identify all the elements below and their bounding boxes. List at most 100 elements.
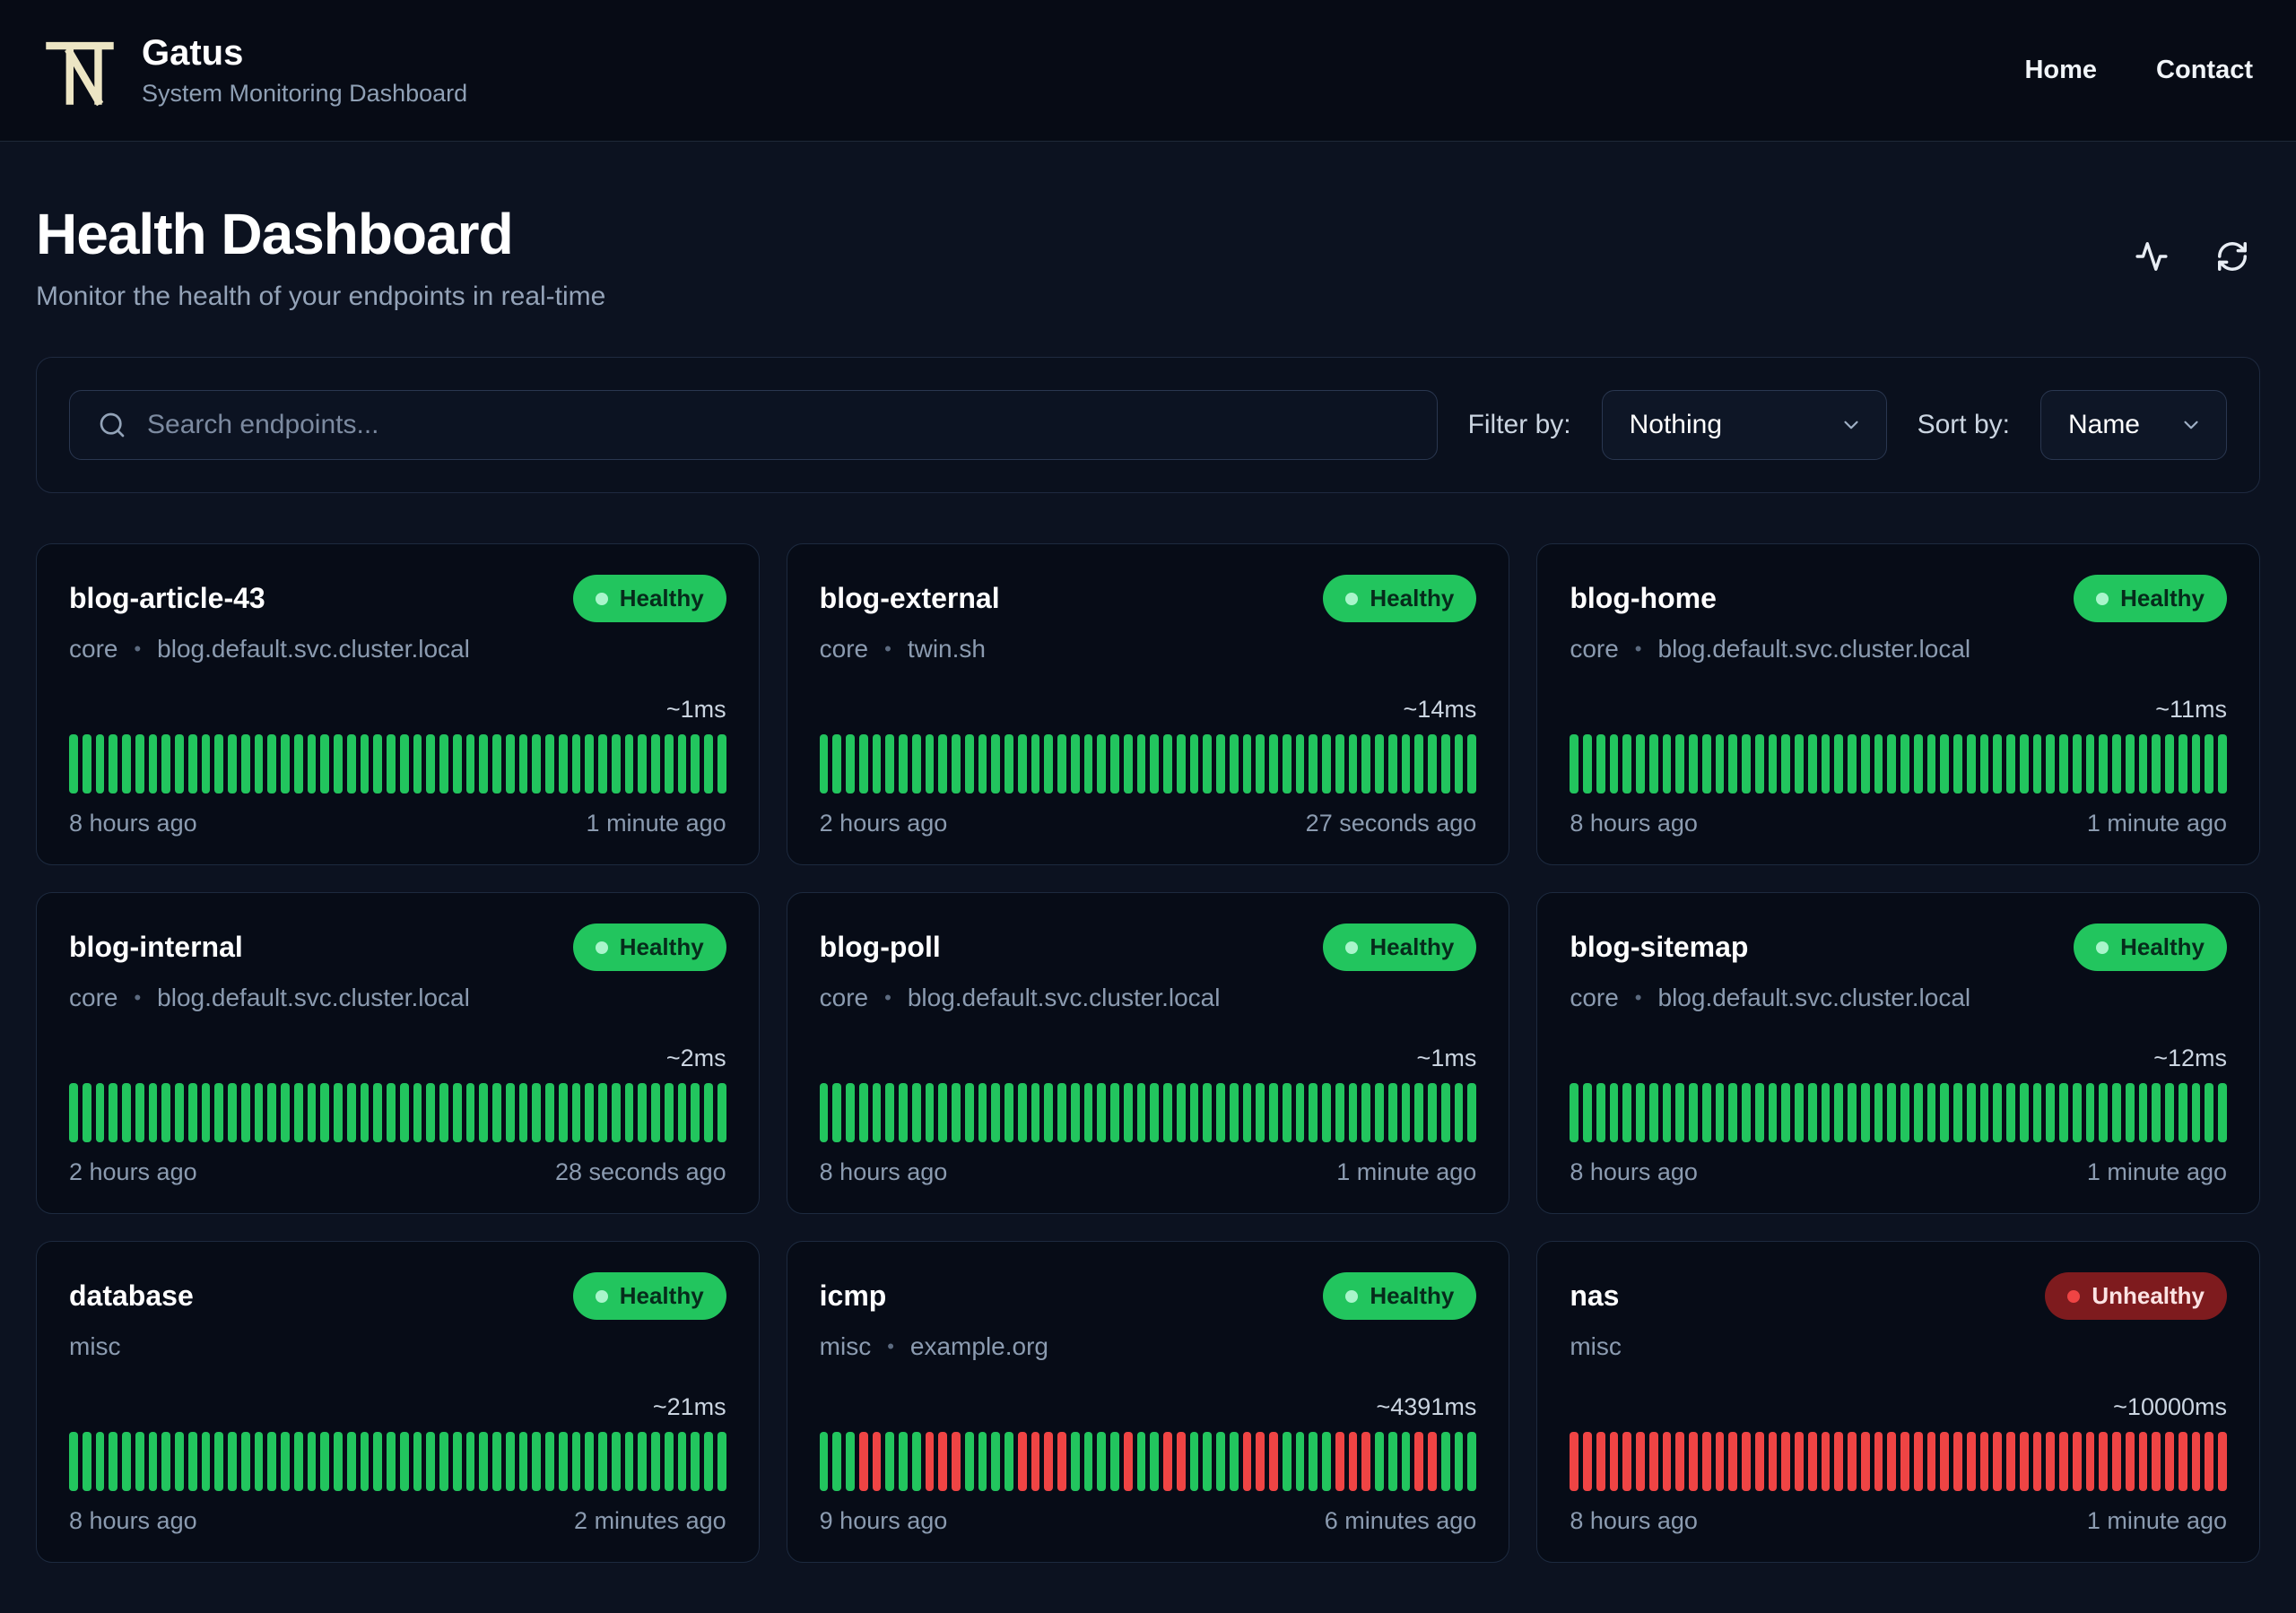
status-bar [1636, 1432, 1645, 1491]
card-head: database Healthy [69, 1272, 726, 1320]
status-bar [1309, 1432, 1318, 1491]
status-bar [1887, 1432, 1897, 1491]
status-bar [201, 734, 211, 793]
status-bar [2138, 1083, 2148, 1142]
status-bar [1781, 1432, 1791, 1491]
status-bar [346, 1432, 356, 1491]
status-bar [135, 1083, 144, 1142]
status-label: Healthy [1370, 585, 1455, 611]
status-bar [938, 1432, 948, 1491]
endpoint-host: blog.default.svc.cluster.local [157, 984, 470, 1011]
status-bar [885, 1083, 895, 1142]
status-bar [1189, 1083, 1199, 1142]
toolbar: Filter by: Nothing Sort by: Name [36, 357, 2260, 493]
status-bar [1044, 734, 1054, 793]
nav-link-home[interactable]: Home [2024, 56, 2097, 85]
status-bar [558, 734, 568, 793]
endpoint-group: core [1570, 635, 1619, 663]
status-bar [691, 1083, 700, 1142]
status-bar [399, 734, 409, 793]
status-bar [585, 734, 594, 793]
status-bar [452, 734, 462, 793]
status-badge: Healthy [572, 924, 726, 971]
status-bar [691, 1432, 700, 1491]
status-bar [1428, 1432, 1437, 1491]
sort-select[interactable]: Name [2039, 390, 2227, 460]
meta-separator: • [134, 637, 142, 660]
status-bar [1387, 1083, 1397, 1142]
refresh-icon[interactable] [2215, 239, 2249, 273]
endpoint-card[interactable]: blog-external Healthy core • twin.sh ~14… [786, 543, 1510, 865]
status-dot-icon [595, 1289, 608, 1303]
status-bar [1900, 734, 1909, 793]
latency-label: ~4391ms [1376, 1393, 1477, 1420]
status-bar [2046, 734, 2056, 793]
status-bar [1454, 1083, 1464, 1142]
status-bar [2152, 1083, 2161, 1142]
status-bar [1728, 1083, 1738, 1142]
endpoint-card[interactable]: database Healthy misc ~21ms 8 hours ago … [36, 1241, 760, 1563]
latency-label: ~14ms [1403, 696, 1477, 723]
status-bar [899, 734, 908, 793]
status-bar [899, 1432, 908, 1491]
status-bar [1675, 1083, 1685, 1142]
endpoint-meta: core • blog.default.svc.cluster.local [1570, 984, 2227, 1012]
status-bar [2006, 1432, 2015, 1491]
endpoint-meta: misc • example.org [820, 1332, 1477, 1361]
endpoint-host: blog.default.svc.cluster.local [1657, 635, 1971, 663]
activity-icon[interactable] [2135, 239, 2169, 273]
status-bar [82, 734, 91, 793]
status-bar [1083, 1083, 1093, 1142]
status-bar [571, 1432, 581, 1491]
status-bar [1662, 734, 1672, 793]
status-bar [832, 1432, 842, 1491]
endpoint-grid: blog-article-43 Healthy core • blog.defa… [36, 543, 2260, 1563]
status-bar [1361, 1432, 1371, 1491]
status-label: Healthy [619, 933, 704, 960]
endpoint-card[interactable]: blog-internal Healthy core • blog.defaul… [36, 892, 760, 1214]
status-bar [1401, 734, 1411, 793]
status-bar [2165, 734, 2174, 793]
status-bar [1176, 734, 1186, 793]
status-bar [1689, 1083, 1698, 1142]
status-label: Healthy [1370, 933, 1455, 960]
endpoint-card[interactable]: blog-sitemap Healthy core • blog.default… [1536, 892, 2260, 1214]
status-label: Healthy [1370, 1282, 1455, 1309]
status-bar [1136, 1432, 1146, 1491]
status-bar [1848, 734, 1857, 793]
status-bar [1768, 734, 1778, 793]
status-bar [399, 1083, 409, 1142]
endpoint-card[interactable]: blog-poll Healthy core • blog.default.sv… [786, 892, 1510, 1214]
status-bar [691, 734, 700, 793]
status-bar [1269, 1432, 1278, 1491]
gatus-logo-icon [46, 41, 114, 106]
endpoint-group: core [819, 984, 869, 1011]
status-bar [82, 1083, 91, 1142]
status-bar [148, 1432, 158, 1491]
status-bar [1269, 1083, 1278, 1142]
search-input[interactable] [69, 390, 1438, 460]
sort-value: Name [2067, 410, 2140, 439]
uptime-bars [819, 1432, 1477, 1491]
status-bar [1017, 1432, 1027, 1491]
nav-link-contact[interactable]: Contact [2156, 56, 2253, 85]
status-bar [611, 1432, 621, 1491]
uptime-bars [69, 734, 726, 793]
endpoint-card[interactable]: blog-article-43 Healthy core • blog.defa… [36, 543, 760, 865]
status-bar [109, 1083, 117, 1142]
status-bar [1110, 1432, 1119, 1491]
status-bar [677, 734, 687, 793]
status-bar [1295, 1432, 1305, 1491]
endpoint-card[interactable]: icmp Healthy misc • example.org ~4391ms … [786, 1241, 1510, 1563]
endpoint-card[interactable]: blog-home Healthy core • blog.default.sv… [1536, 543, 2260, 865]
time-start: 8 hours ago [1570, 1158, 1698, 1185]
endpoint-meta: misc [69, 1332, 726, 1361]
endpoint-card[interactable]: nas Unhealthy misc ~10000ms 8 hours ago … [1536, 1241, 2260, 1563]
time-end: 1 minute ago [2086, 1158, 2227, 1185]
status-bar [1309, 734, 1318, 793]
status-bar [413, 1083, 422, 1142]
endpoint-meta: misc [1570, 1332, 2227, 1361]
filter-select[interactable]: Nothing [1601, 390, 1887, 460]
status-bar [228, 1083, 237, 1142]
status-bar [240, 734, 250, 793]
